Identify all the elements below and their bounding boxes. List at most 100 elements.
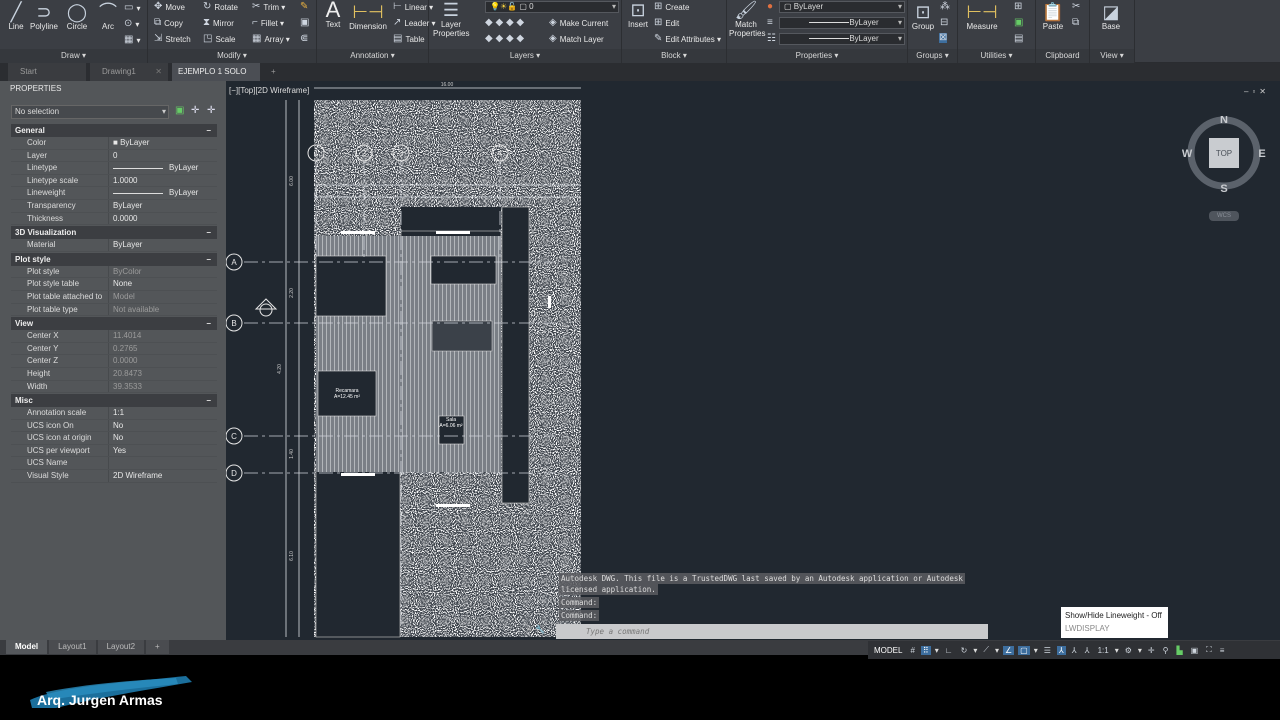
table-button[interactable]: ▤ Table <box>393 34 425 44</box>
chevron-down-icon[interactable]: ▾ <box>973 646 977 655</box>
property-value[interactable]: ■ ByLayer <box>109 137 149 149</box>
property-row[interactable]: Material ByLayer <box>11 239 217 252</box>
move-button[interactable]: ✥ Move <box>154 2 185 12</box>
group-button[interactable]: ⊡ Group <box>910 2 936 31</box>
clipboard-panel-title[interactable]: Clipboard <box>1036 49 1089 63</box>
tab-layout1[interactable]: Layout1 <box>49 640 96 654</box>
make-current-button[interactable]: ◈ Make Current <box>549 18 608 28</box>
property-value[interactable]: ByLayer <box>109 187 198 199</box>
mirror-button[interactable]: ⧗ Mirror <box>203 18 234 28</box>
close-icon[interactable]: ✕ <box>526 625 533 634</box>
property-row[interactable]: Linetype ByLayer <box>11 162 217 175</box>
property-value[interactable]: No <box>109 420 123 432</box>
properties-panel-title[interactable]: Properties ▾ <box>727 49 907 63</box>
property-value[interactable]: Not available <box>109 304 159 316</box>
property-row[interactable]: Center X 11.4014 <box>11 330 217 343</box>
property-value[interactable]: 0.0000 <box>109 213 137 225</box>
offset-button[interactable]: ⋐ <box>300 34 308 44</box>
isodraft-icon[interactable]: ⟋ <box>981 645 991 655</box>
property-value[interactable]: 39.3533 <box>109 381 142 393</box>
arc-button[interactable]: ⌒ Arc <box>96 2 120 31</box>
chevron-down-icon[interactable]: ▾ <box>995 646 999 655</box>
section-header-misc[interactable]: Misc <box>11 394 217 408</box>
tab-start[interactable]: Start <box>8 63 86 81</box>
boundary-button[interactable]: ▦ ▾ <box>124 35 140 45</box>
tab-drawing1[interactable]: Drawing1 ✕ <box>90 63 168 81</box>
chevron-down-icon[interactable]: ▾ <box>1138 646 1142 655</box>
menu-icon[interactable]: ≡ <box>1218 646 1227 655</box>
cut-button[interactable]: ✂ <box>1072 2 1080 12</box>
property-row[interactable]: Height 20.8473 <box>11 367 217 381</box>
match-properties-button[interactable]: 🖌 Match Properties <box>729 0 765 38</box>
compass-west[interactable]: W <box>1182 148 1193 160</box>
customize-icon[interactable]: 🔧 <box>535 625 545 634</box>
group-selection-toggle[interactable]: ⊠ <box>939 33 948 43</box>
property-value[interactable]: Model <box>109 291 135 303</box>
section-header-view[interactable]: View <box>11 317 217 331</box>
new-tab-button[interactable]: + <box>264 63 286 81</box>
property-row[interactable]: Annotation scale 1:1 <box>11 407 217 420</box>
linetype-dropdown[interactable]: ByLayer <box>779 17 905 29</box>
property-row[interactable]: UCS Name <box>11 457 217 471</box>
property-row[interactable]: Lineweight ByLayer <box>11 187 217 200</box>
property-row[interactable]: UCS icon On No <box>11 419 217 433</box>
chevron-down-icon[interactable]: ▾ <box>1034 646 1038 655</box>
property-row[interactable]: UCS per viewport Yes <box>11 444 217 458</box>
property-value[interactable]: 0.2765 <box>109 343 137 355</box>
line-button[interactable]: ╱ Line <box>4 2 28 31</box>
property-row[interactable]: Thickness 0.0000 <box>11 212 217 226</box>
property-value[interactable]: 11.4014 <box>109 330 141 342</box>
property-row[interactable]: Plot table attached to Model <box>11 290 217 304</box>
property-value[interactable]: ByLayer <box>109 200 142 212</box>
paste-button[interactable]: 📋 Paste <box>1040 2 1066 31</box>
viewport-window-controls[interactable]: –▫✕ <box>1244 87 1270 96</box>
layers-panel-title[interactable]: Layers ▾ <box>429 49 621 63</box>
edit-block-button[interactable]: ⊞ Edit <box>654 18 679 28</box>
isolate-icon[interactable]: ⚲ <box>1161 646 1171 655</box>
layer-dropdown[interactable]: 💡☀🔓 ▢ 0 <box>485 1 619 13</box>
wcs-menu[interactable]: WCS <box>1209 211 1239 221</box>
hatch-button[interactable]: ⊙ ▾ <box>124 19 139 29</box>
groups-panel-title[interactable]: Groups ▾ <box>908 49 957 63</box>
drawing-viewport[interactable]: A B C D 1 2 3 4 16.00 6.00 2.20 4.20 1.4… <box>226 81 1280 640</box>
property-row[interactable]: Plot style table None <box>11 278 217 291</box>
selection-dropdown[interactable]: No selection <box>11 105 169 119</box>
copy-clip-button[interactable]: ⧉ <box>1072 18 1079 28</box>
property-row[interactable]: Layer 0 <box>11 149 217 163</box>
group-edit-button[interactable]: ⊟ <box>940 18 948 28</box>
viewport-controls-label[interactable]: [−][Top][2D Wireframe] <box>229 86 309 95</box>
annotation-scale-value[interactable]: 1:1 <box>1096 646 1111 655</box>
tab-ejemplo-1-solo-layer[interactable]: EJEMPLO 1 SOLO LAYER✕ <box>172 63 260 94</box>
property-value[interactable]: ByLayer <box>109 162 198 174</box>
scale-button[interactable]: ◳ Scale <box>203 34 235 44</box>
chevron-down-icon[interactable]: ▾ <box>935 646 939 655</box>
property-row[interactable]: Center Y 0.2765 <box>11 342 217 356</box>
section-header-plot-style[interactable]: Plot style <box>11 252 217 266</box>
hardware-acceleration-icon[interactable]: ▙ <box>1174 646 1184 655</box>
circle-button[interactable]: ◯ Circle <box>62 2 92 31</box>
tab-model[interactable]: Model <box>6 640 48 654</box>
property-row[interactable]: Visual Style 2D Wireframe <box>11 470 217 483</box>
object-snap-tracking-icon[interactable]: ∠ <box>1002 645 1015 655</box>
layer-properties-button[interactable]: ☰ Layer Properties <box>433 0 469 38</box>
property-value[interactable]: 1:1 <box>109 407 124 419</box>
add-layout-button[interactable]: + <box>146 640 169 654</box>
object-snap-icon[interactable]: ▢ <box>1018 645 1030 655</box>
property-row[interactable]: Plot table type Not available <box>11 303 217 317</box>
toggle-pickadd-icon[interactable]: ▣ <box>175 105 184 116</box>
model-space-button[interactable]: MODEL <box>872 646 904 655</box>
ungroup-button[interactable]: ⁂ <box>940 2 950 12</box>
quick-select-button[interactable]: ⊞ <box>1014 2 1022 12</box>
polar-icon[interactable]: ↻ <box>959 646 970 655</box>
annotation-visibility-icon[interactable]: ⅄ <box>1056 645 1066 655</box>
color-dropdown[interactable]: ▢ ByLayer <box>779 1 905 13</box>
property-value[interactable]: 20.8473 <box>109 368 142 380</box>
tab-layout2[interactable]: Layout2 <box>97 640 145 654</box>
property-value[interactable]: 1.0000 <box>109 175 137 187</box>
section-header-3d-visualization[interactable]: 3D Visualization <box>11 226 217 240</box>
block-panel-title[interactable]: Block ▾ <box>622 49 726 63</box>
command-input[interactable]: Type a command <box>556 624 988 639</box>
erase-button[interactable]: ✎ <box>300 2 308 12</box>
trim-button[interactable]: ✂ Trim ▾ <box>252 2 285 12</box>
property-value[interactable]: No <box>109 432 123 444</box>
